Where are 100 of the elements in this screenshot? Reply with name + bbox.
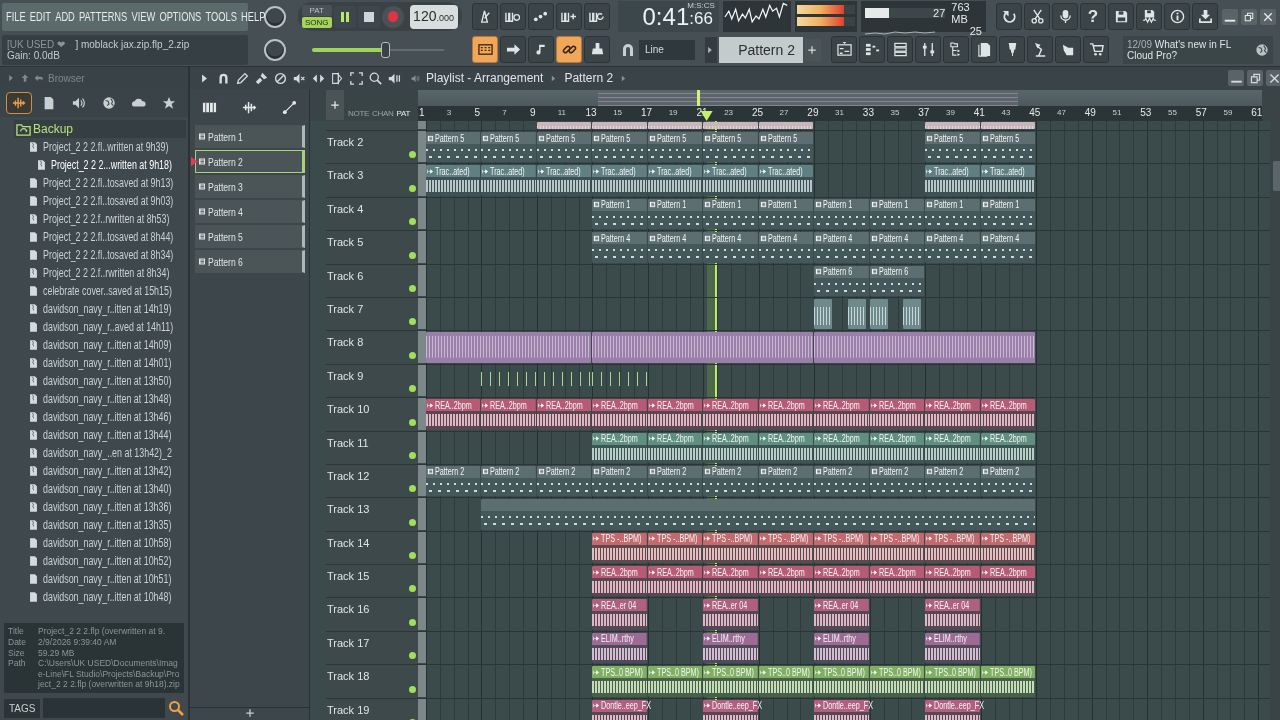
playlist-clip[interactable]: REA..er 04 <box>592 599 647 630</box>
minimize-button[interactable] <box>1228 70 1244 86</box>
sample-clip[interactable] <box>869 298 888 330</box>
playlist-clip[interactable]: Pattern 4 <box>758 232 814 263</box>
filter-toggle[interactable]: NOTE <box>348 109 370 120</box>
pattern-item[interactable]: Pattern 6 <box>195 250 305 273</box>
browser-item[interactable]: davidson_navy_r..itten at 13h46) <box>0 408 188 426</box>
sample-clip[interactable] <box>847 298 866 330</box>
download-button[interactable] <box>1192 3 1218 30</box>
browser-item[interactable]: Project_2 2 2.f..rwritten at 8h53) <box>0 210 188 228</box>
track-header[interactable]: Track 5 <box>326 231 426 265</box>
playlist-clip[interactable]: Pattern 4 <box>980 232 1036 263</box>
track-header[interactable]: Track 2 <box>326 131 426 165</box>
track-led[interactable] <box>409 652 416 660</box>
hand-pointer-button[interactable] <box>1055 36 1081 63</box>
playlist-clip[interactable]: Pattern 1 <box>758 198 814 230</box>
track-header[interactable]: Track 14 <box>326 531 426 566</box>
no-entry-tool[interactable] <box>274 71 287 85</box>
playlist-clip[interactable]: Pattern 2 <box>703 465 758 497</box>
countdown-button[interactable] <box>527 3 554 30</box>
browser-item[interactable]: davidson_navy_r..itten at 14h09) <box>0 336 188 354</box>
playlist-clip[interactable]: Pattern 2 <box>980 465 1036 497</box>
speaker-bars-tool[interactable] <box>388 71 401 85</box>
help-button[interactable]: ? <box>1080 3 1106 30</box>
documents-button[interactable] <box>971 36 997 63</box>
track-header[interactable]: Track 13 <box>326 498 426 532</box>
sample-clip[interactable] <box>814 298 833 330</box>
pattern-item[interactable]: Pattern 3 <box>195 175 305 198</box>
browser-item[interactable]: davidson_navy_r..itten at 14h19) <box>0 300 188 318</box>
playlist-clip[interactable]: Trac..ated) <box>481 165 536 196</box>
playlist-clip[interactable]: Pattern 5 <box>481 132 536 163</box>
stop-button[interactable] <box>357 5 380 28</box>
browser-item[interactable]: davidson_navy_r..aved at 14h11) <box>0 318 188 336</box>
playlist-clip[interactable]: REA..2bpm <box>647 566 703 597</box>
track-led[interactable] <box>409 451 416 459</box>
browser-item[interactable]: Project_2 2 2.fl..tosaved at 8h44) <box>0 228 188 246</box>
playlist-clip[interactable]: REA..2bpm <box>980 432 1036 463</box>
browser-item[interactable]: davidson_navy_r..itten at 10h58) <box>0 534 188 552</box>
track-header[interactable]: Track 18 <box>326 665 426 699</box>
playlist-clip[interactable]: Pattern 5 <box>426 132 481 163</box>
playlist-clip[interactable]: Pattern 4 <box>703 232 758 263</box>
close-button[interactable] <box>1266 70 1280 86</box>
browser-item[interactable]: Project_2 2 2.fl..tosaved at 8h34) <box>0 246 188 264</box>
restore-button[interactable] <box>1247 70 1263 86</box>
filter-toggle[interactable]: PAT <box>396 109 410 120</box>
playlist-clip[interactable] <box>536 122 592 129</box>
track-led[interactable] <box>409 418 416 426</box>
playlist-clip[interactable]: Trac..ated) <box>758 165 814 196</box>
pause-button[interactable] <box>333 5 356 28</box>
playlist-clip[interactable]: Pattern 5 <box>536 132 592 163</box>
playlist-clip[interactable]: Pattern 6 <box>869 265 925 296</box>
browser-item[interactable]: davidson_navy_r..itten at 13h40) <box>0 480 188 498</box>
arrow-button[interactable] <box>500 36 526 63</box>
playlist-clip[interactable]: Pattern 4 <box>592 232 647 263</box>
playlist-clip[interactable]: Trac..ated) <box>980 165 1036 196</box>
stamp-button[interactable] <box>584 36 610 63</box>
track-header[interactable]: Track 3 <box>326 164 426 198</box>
playlist-clip[interactable]: REA..2bpm <box>814 399 869 430</box>
playlist-clip[interactable]: Pattern 2 <box>481 465 536 497</box>
track-led[interactable] <box>409 518 416 526</box>
playlist-clip[interactable]: Pattern 5 <box>647 132 703 163</box>
playlist-clip[interactable]: REA..2bpm <box>869 566 925 597</box>
track-header[interactable]: Track 6 <box>326 264 426 298</box>
browser-item[interactable]: davidson_navy_r..itten at 10h51) <box>0 570 188 588</box>
playlist-clip[interactable]: Pattern 4 <box>925 232 980 263</box>
filter-toggle[interactable]: CHAN <box>372 109 394 120</box>
slice-tool[interactable] <box>331 71 344 85</box>
playlist-clip[interactable] <box>758 122 814 129</box>
playlist-clip[interactable]: Pattern 5 <box>925 132 980 163</box>
playlist-clip[interactable]: Pattern 1 <box>814 198 869 230</box>
magnet-tool[interactable] <box>217 71 230 85</box>
track-header[interactable] <box>326 121 426 131</box>
playlist-clip[interactable]: Trac..ated) <box>925 165 980 196</box>
playlist-clip[interactable]: Trac..ated) <box>647 165 703 196</box>
playlist-clip[interactable]: Pattern 2 <box>592 465 647 497</box>
menu-item[interactable]: FILE <box>6 9 26 24</box>
playlist-clip[interactable]: REA..2bpm <box>703 566 758 597</box>
typing-keyboard-button[interactable] <box>472 36 498 63</box>
playlist-clip[interactable]: REA..2bpm <box>536 399 592 430</box>
playlist-clip[interactable]: Pattern 6 <box>814 265 869 296</box>
menu-item[interactable]: PATTERNS <box>79 9 128 24</box>
playlist-clip[interactable]: TPS -..BPM) <box>592 532 647 564</box>
track-led[interactable] <box>409 618 416 626</box>
playlist-clip[interactable]: TPS -..BPM) <box>869 532 925 564</box>
menu-item[interactable]: OPTIONS <box>159 9 202 24</box>
playlist-clip[interactable]: REA..er 04 <box>703 599 758 630</box>
playlist-clip[interactable]: Pattern 1 <box>980 198 1036 230</box>
pattern-item[interactable]: Pattern 1 <box>195 125 305 148</box>
browser-item[interactable]: Project_2 2 2.fl..tosaved at 9h13) <box>0 174 188 192</box>
playlist-clip[interactable]: REA..2bpm <box>814 566 869 597</box>
folder-tree-button[interactable] <box>943 36 969 63</box>
playlist-clip[interactable]: Pattern 2 <box>758 465 814 497</box>
playlist-clip[interactable]: REA..2bpm <box>814 432 869 463</box>
microphone-button[interactable] <box>1052 3 1078 30</box>
playlist-clip[interactable]: REA..2bpm <box>758 566 814 597</box>
track-header[interactable]: Track 15 <box>326 565 426 599</box>
brush-tool[interactable] <box>255 71 268 85</box>
keyboard-loop-button[interactable] <box>583 3 610 30</box>
playlist-clip[interactable]: Pattern 2 <box>647 465 703 497</box>
track-header[interactable]: Track 16 <box>326 598 426 632</box>
